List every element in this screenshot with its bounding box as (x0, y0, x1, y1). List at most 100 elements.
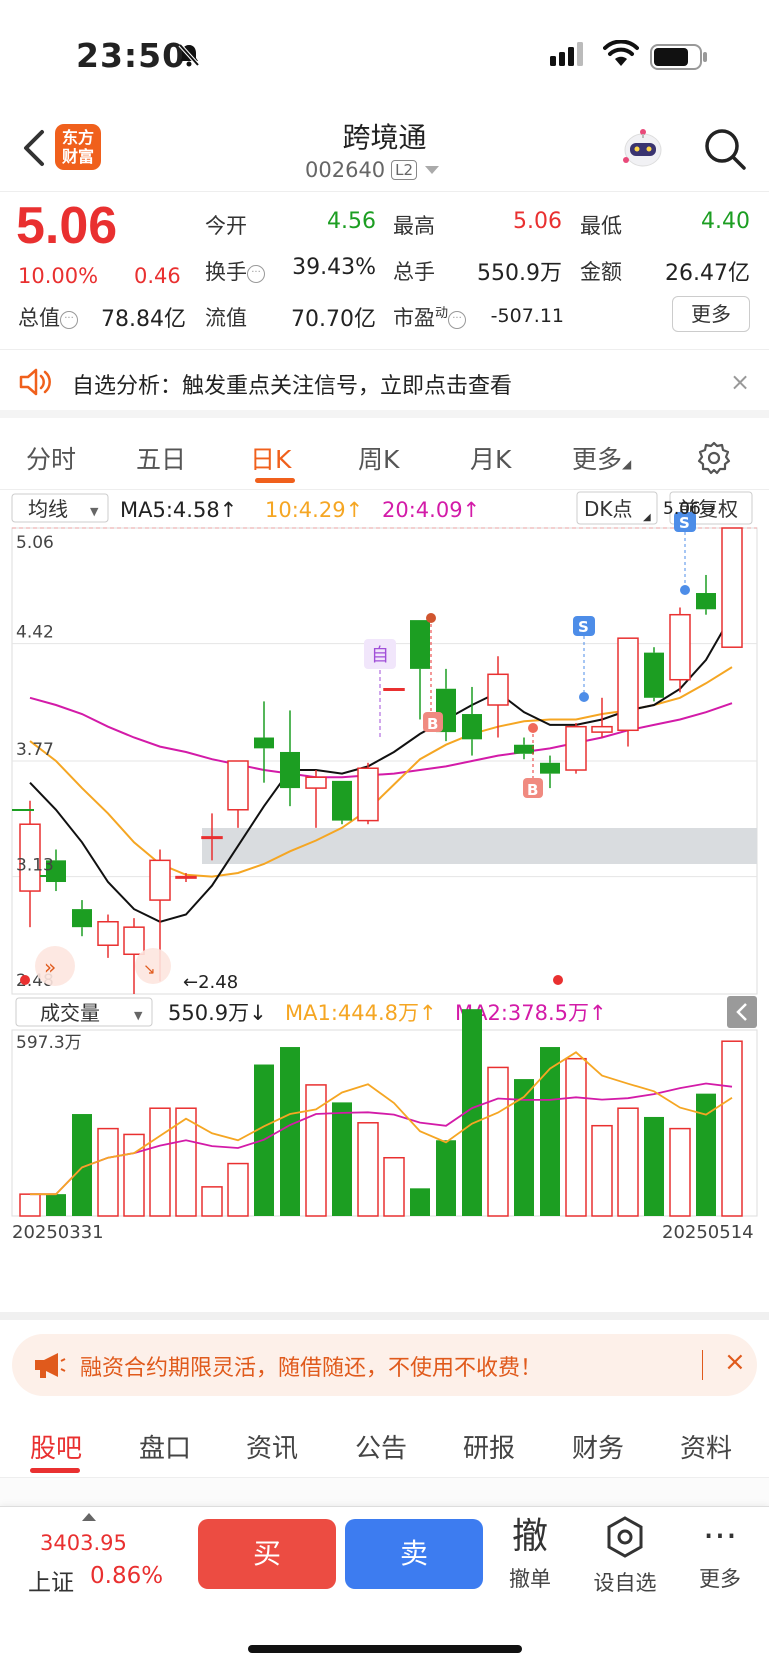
candle-body (305, 776, 327, 789)
revoke-order-button[interactable]: 撤 撤单 (490, 1515, 570, 1593)
info-icon[interactable]: ··· (448, 311, 467, 329)
volume-bar (565, 1057, 587, 1217)
candle (721, 527, 743, 648)
tab-more[interactable]: 更多◢ (572, 440, 631, 476)
open-value: 4.56 (327, 209, 376, 234)
content-tabs: 股吧 盘口 资讯 公告 研报 财务 资料 (0, 1410, 769, 1478)
candle (565, 723, 587, 774)
active-tab-indicator (30, 1468, 80, 1473)
stock-header: 东方财富 跨境通 002640 L2 (0, 110, 769, 192)
candle (514, 737, 534, 760)
tab-guba[interactable]: 股吧 (30, 1428, 82, 1465)
turnover-value: 39.43% (292, 255, 376, 280)
open-label: 今开 (205, 214, 247, 238)
tab-monthly-k[interactable]: 月K (470, 440, 511, 476)
dk-point-button[interactable]: DK点 (584, 497, 633, 521)
revoke-label: 撤单 (509, 1567, 551, 1591)
candle (696, 574, 716, 615)
close-icon[interactable]: × (730, 368, 750, 396)
volume-bar (19, 1193, 41, 1217)
index-percent[interactable]: 0.86% (90, 1563, 163, 1589)
volume-bar (149, 1107, 171, 1217)
candle (644, 647, 664, 702)
ma20-legend: 20:4.09↑ (382, 498, 480, 522)
candle-body (201, 836, 223, 840)
buy-button[interactable]: 买 (198, 1519, 336, 1589)
tab-intraday[interactable]: 分时 (26, 440, 76, 476)
analysis-notice[interactable]: 自选分析：触发重点关注信号，立即点击查看 × (0, 350, 769, 418)
add-favorite-button[interactable]: 设自选 (585, 1515, 665, 1597)
search-icon[interactable] (702, 126, 748, 172)
candle-body (357, 767, 379, 822)
amount-value: 26.47亿 (665, 261, 750, 286)
chevron-up-icon[interactable] (82, 1513, 96, 1521)
collapse-panel-button[interactable] (727, 996, 757, 1028)
float-cap-label: 流值 (205, 306, 247, 330)
double-chevron-right-icon: » (44, 955, 56, 979)
volume-bar (721, 1040, 743, 1217)
tab-profile[interactable]: 资料 (680, 1428, 732, 1465)
pe-label-text: 市盈 (393, 306, 435, 330)
candle (72, 900, 92, 937)
sell-button[interactable]: 卖 (345, 1519, 483, 1589)
low-label: 最低 (580, 214, 622, 238)
candle (227, 760, 249, 828)
tab-orderbook[interactable]: 盘口 (139, 1428, 191, 1465)
stock-code-selector[interactable]: 002640 L2 (305, 158, 440, 182)
ai-robot-icon[interactable] (620, 126, 666, 172)
volume-bar (46, 1194, 66, 1216)
kline-chart[interactable]: 均线 ▼ MA5:4.58↑ 10:4.29↑ 20:4.09↑ DK点 ◢ 前… (0, 490, 769, 1320)
more-quote-button[interactable]: 更多 (672, 296, 750, 332)
gear-icon[interactable] (696, 440, 732, 476)
tab-weekly-k[interactable]: 周K (358, 440, 399, 476)
status-time: 23:50 (76, 36, 187, 75)
candle (462, 686, 482, 756)
tab-research[interactable]: 研报 (463, 1428, 515, 1465)
close-icon[interactable]: × (724, 1347, 746, 1377)
margin-promo-banner[interactable]: 融资合约期限灵活，随借随还，不使用不收费！ × (12, 1334, 757, 1396)
corner-triangle-icon: ◢ (622, 457, 632, 471)
candle (280, 710, 300, 807)
price-tick-label: 3.77 (16, 740, 54, 760)
tab-announcements[interactable]: 公告 (355, 1428, 407, 1465)
volume-bar (540, 1047, 560, 1216)
mcap-label-text: 总值 (18, 306, 60, 330)
pe-sup: 动 (435, 306, 449, 321)
cellular-signal-icon (550, 42, 583, 66)
tab-five-day[interactable]: 五日 (136, 440, 186, 476)
candle (332, 780, 352, 825)
tab-more-label: 更多 (572, 445, 623, 474)
chart-toolbar: 均线 ▼ MA5:4.58↑ 10:4.29↑ 20:4.09↑ DK点 ◢ 前… (11, 491, 753, 525)
index-name[interactable]: 上证 (28, 1563, 74, 1597)
pe-label: 市盈动 ··· (393, 302, 467, 332)
volume-bar (591, 1124, 613, 1217)
candle-body (696, 593, 716, 610)
hexagon-favorite-icon (607, 1516, 643, 1558)
info-icon[interactable]: ··· (247, 265, 265, 283)
candle-body (72, 909, 92, 928)
candle-body (332, 780, 352, 821)
volume-bar (201, 1186, 223, 1217)
volume-max-label: 597.3万 (16, 1033, 82, 1053)
tab-daily-k[interactable]: 日K (250, 440, 291, 476)
indicator-select[interactable]: 均线 (28, 497, 68, 521)
amount-label: 金额 (580, 260, 622, 284)
volume-bar (332, 1102, 352, 1216)
volume-bar (280, 1047, 300, 1216)
volume-indicator-select[interactable]: 成交量 (40, 1001, 100, 1025)
index-value[interactable]: 3403.95 (40, 1531, 127, 1555)
volume-bar (410, 1188, 430, 1216)
period-tabs: 分时 五日 日K 周K 月K 更多◢ (0, 426, 769, 490)
content-preview-strip (0, 1478, 769, 1506)
kline-chart-area[interactable]: 均线 ▼ MA5:4.58↑ 10:4.29↑ 20:4.09↑ DK点 ◢ 前… (0, 490, 769, 1320)
info-icon[interactable]: ··· (60, 311, 78, 329)
candle (357, 762, 379, 825)
ma10-legend: 10:4.29↑ (265, 498, 363, 522)
price-tick-label: 3.13 (16, 856, 54, 876)
volume-value: 550.9万 (477, 261, 562, 286)
tab-finance[interactable]: 财务 (572, 1428, 624, 1465)
battery-icon (650, 44, 707, 70)
tab-news[interactable]: 资讯 (246, 1428, 298, 1465)
candle-body (97, 921, 119, 946)
more-actions-button[interactable]: ··· 更多 (680, 1515, 760, 1593)
